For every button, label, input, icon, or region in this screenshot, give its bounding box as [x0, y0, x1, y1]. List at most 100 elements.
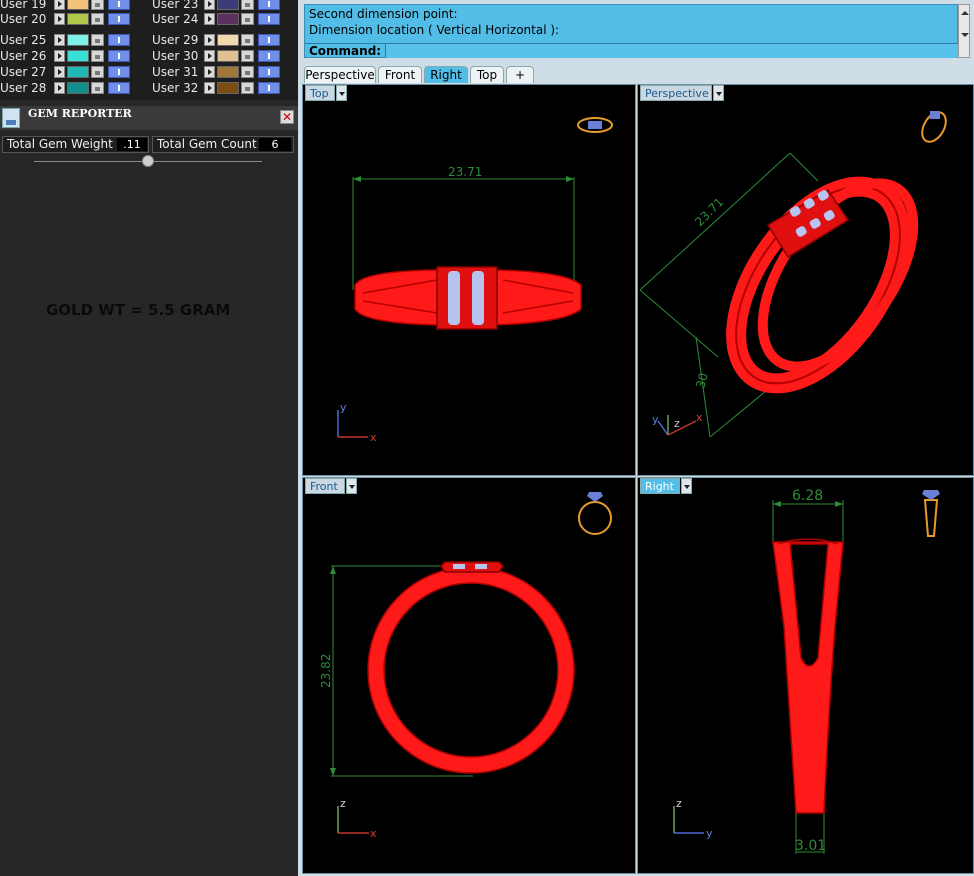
viewport-perspective[interactable]: Perspective 23.71 30 y z x	[637, 84, 974, 476]
layer-color-swatch[interactable]	[217, 13, 239, 25]
viewport-top[interactable]: Top 23.71 y x	[302, 84, 636, 476]
lock-icon[interactable]	[241, 0, 254, 10]
gem-reporter-title: GEM REPORTER	[28, 107, 132, 120]
expand-arrow-icon[interactable]	[54, 34, 65, 46]
layer-visibility-button[interactable]	[258, 0, 280, 10]
layer-visibility-button[interactable]	[108, 66, 130, 78]
layer-name: User 26	[0, 49, 47, 63]
command-history: Second dimension point: Dimension locati…	[304, 4, 958, 58]
axis-x-label: x	[370, 431, 377, 444]
layer-row[interactable]: User 20	[0, 12, 140, 27]
expand-arrow-icon[interactable]	[54, 13, 65, 25]
lock-icon[interactable]	[91, 34, 104, 46]
layer-color-swatch[interactable]	[67, 82, 89, 94]
layer-row[interactable]: User 19	[0, 0, 140, 12]
layer-name: User 31	[152, 65, 199, 79]
lock-icon[interactable]	[241, 34, 254, 46]
gem-reporter-slider-knob[interactable]	[142, 155, 154, 167]
lock-icon[interactable]	[91, 82, 104, 94]
layer-visibility-button[interactable]	[258, 50, 280, 62]
lock-icon[interactable]	[91, 13, 104, 25]
layer-color-swatch[interactable]	[67, 0, 89, 10]
expand-arrow-icon[interactable]	[204, 66, 215, 78]
expand-arrow-icon[interactable]	[204, 82, 215, 94]
expand-arrow-icon[interactable]	[204, 34, 215, 46]
layer-visibility-button[interactable]	[258, 13, 280, 25]
dimension-arrow	[353, 176, 361, 182]
layer-color-swatch[interactable]	[67, 50, 89, 62]
total-gem-count-value: 6	[259, 138, 291, 151]
lock-icon[interactable]	[91, 0, 104, 10]
layer-row[interactable]: User 27	[0, 65, 140, 80]
expand-arrow-icon[interactable]	[204, 0, 215, 10]
layer-row[interactable]: User 31	[152, 65, 292, 80]
expand-arrow-icon[interactable]	[54, 0, 65, 10]
layer-row[interactable]: User 30	[152, 49, 292, 64]
layer-color-swatch[interactable]	[67, 34, 89, 46]
layer-name: User 32	[152, 81, 199, 95]
command-scrollbar[interactable]	[958, 4, 970, 58]
lock-icon[interactable]	[241, 13, 254, 25]
layer-visibility-button[interactable]	[108, 0, 130, 10]
layer-visibility-button[interactable]	[108, 13, 130, 25]
command-history-line: Dimension location ( Vertical Horizontal…	[309, 23, 560, 37]
command-prompt-label: Command:	[309, 44, 382, 58]
viewport-right[interactable]: Right 6.28 3.01 z y	[637, 477, 974, 874]
scroll-down-icon[interactable]	[961, 33, 969, 37]
expand-arrow-icon[interactable]	[204, 13, 215, 25]
expand-arrow-icon[interactable]	[54, 50, 65, 62]
expand-arrow-icon[interactable]	[54, 82, 65, 94]
layer-visibility-button[interactable]	[108, 34, 130, 46]
expand-arrow-icon[interactable]	[204, 50, 215, 62]
tab-right[interactable]: Right	[424, 66, 468, 83]
layer-row[interactable]: User 32	[152, 81, 292, 96]
layer-color-swatch[interactable]	[217, 0, 239, 10]
layer-row[interactable]: User 28	[0, 81, 140, 96]
tab-perspective[interactable]: Perspective	[304, 66, 376, 83]
layer-visibility-button[interactable]	[258, 34, 280, 46]
lock-icon[interactable]	[91, 50, 104, 62]
layer-name: User 25	[0, 33, 47, 47]
add-tab-icon[interactable]: +	[506, 66, 534, 83]
layer-row[interactable]: User 26	[0, 49, 140, 64]
viewport-front[interactable]: Front 23.82 z x	[302, 477, 636, 874]
scroll-up-icon[interactable]	[961, 11, 969, 15]
ring-band	[368, 567, 574, 773]
layer-row[interactable]: User 24	[152, 12, 292, 27]
layer-color-swatch[interactable]	[217, 82, 239, 94]
layer-row[interactable]: User 23	[152, 0, 292, 12]
dimension-arrow	[773, 501, 781, 507]
tab-front[interactable]: Front	[378, 66, 422, 83]
layer-color-swatch[interactable]	[67, 66, 89, 78]
ring-setting	[440, 561, 504, 573]
command-input[interactable]	[385, 44, 958, 58]
ring-setting	[436, 266, 498, 330]
dimension-label: 3.01	[795, 838, 826, 854]
layer-visibility-button[interactable]	[108, 50, 130, 62]
axis-y-line	[657, 420, 669, 436]
tab-top[interactable]: Top	[470, 66, 504, 83]
layer-color-swatch[interactable]	[217, 50, 239, 62]
left-panel: User 19 User 20 User 25 User 26 User 27 …	[0, 0, 298, 876]
layer-color-swatch[interactable]	[217, 66, 239, 78]
layer-color-swatch[interactable]	[217, 34, 239, 46]
layer-visibility-button[interactable]	[108, 82, 130, 94]
expand-arrow-icon[interactable]	[54, 66, 65, 78]
close-icon[interactable]: ✕	[280, 110, 294, 124]
total-gem-weight-field: Total Gem Weight .11	[2, 136, 149, 153]
layer-visibility-button[interactable]	[258, 82, 280, 94]
lock-icon[interactable]	[241, 50, 254, 62]
lock-icon[interactable]	[241, 82, 254, 94]
layer-row[interactable]: User 29	[152, 33, 292, 48]
lock-icon[interactable]	[91, 66, 104, 78]
lock-icon[interactable]	[241, 66, 254, 78]
gem-stones	[475, 564, 487, 569]
command-prompt: Command:	[305, 43, 958, 59]
total-gem-weight-label: Total Gem Weight	[7, 137, 113, 151]
layer-name: User 29	[152, 33, 199, 47]
layer-row[interactable]: User 25	[0, 33, 140, 48]
layer-visibility-button[interactable]	[258, 66, 280, 78]
gold-weight-note: GOLD WT = 5.5 GRAM	[46, 301, 231, 319]
gem-stones	[448, 271, 460, 325]
layer-color-swatch[interactable]	[67, 13, 89, 25]
